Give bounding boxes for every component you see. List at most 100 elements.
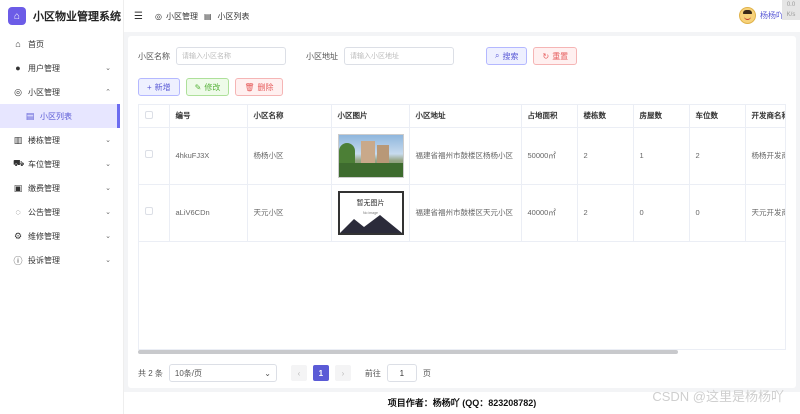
sidebar-item-label: 首页: [28, 39, 44, 49]
row-checkbox[interactable]: [139, 127, 170, 185]
chevron-down-icon: ⌄: [264, 368, 271, 378]
mountain-icon: [339, 214, 402, 233]
sidebar-item-label: 维修管理: [28, 231, 60, 241]
chevron-down-icon: ⌄: [105, 209, 111, 216]
name-label: 小区名称: [138, 51, 170, 61]
car-icon: ⛟: [13, 158, 25, 168]
search-button-label: 搜索: [502, 51, 519, 61]
cell-buildings: 2: [577, 127, 634, 185]
column-header[interactable]: 占地面积: [521, 105, 578, 128]
cell-address: 福建省福州市鼓楼区杨杨小区: [409, 127, 522, 185]
table-row[interactable]: aLiV6CDn 天元小区 暂无图片 No image 福建省福州市鼓楼区天元小…: [139, 184, 785, 242]
avatar[interactable]: [739, 7, 756, 24]
row-checkbox[interactable]: [139, 184, 170, 242]
sidebar-item-notice[interactable]: ◌ 公告管理 ⌄: [0, 200, 123, 224]
breadcrumb-item-community[interactable]: 小区管理: [166, 11, 198, 22]
list-icon: ▤: [203, 11, 212, 21]
sidebar-item-complaint[interactable]: ⓘ 投诉管理 ⌄: [0, 248, 123, 272]
cell-parking: 0: [689, 184, 746, 242]
sidebar-menu: ⌂ 首页 ● 用户管理 ⌄ ◎ 小区管理 ⌃ ▤ 小区列表 ▥ 楼栋管理 ⌄ ⛟ 车位管理 ⌄ ▣ 缴费管理 ⌄ ◌ 公…: [0, 32, 123, 272]
cell-id: 4hkuFJ3X: [169, 127, 248, 185]
list-icon: ▤: [25, 110, 35, 121]
cell-houses: 1: [633, 127, 690, 185]
table-row[interactable]: 4hkuFJ3X 杨杨小区 福建省福州市鼓楼区杨杨小区 50000㎡ 2 1 2…: [139, 127, 785, 185]
no-image-placeholder[interactable]: 暂无图片 No image: [337, 190, 404, 235]
prev-page-button[interactable]: ‹: [290, 365, 307, 381]
breadcrumb-item-list: 小区列表: [217, 11, 250, 21]
column-header[interactable]: 编号: [169, 105, 248, 128]
total-count: 共 2 条: [138, 368, 163, 378]
chevron-down-icon: ⌄: [105, 161, 111, 168]
edit-button-label: 修改: [204, 82, 221, 92]
search-icon: ⌕: [495, 51, 500, 60]
cell-image: 暂无图片 No image: [331, 184, 410, 242]
menu-toggle-icon[interactable]: ☰: [134, 11, 143, 22]
cell-address: 福建省福州市鼓楼区天元小区: [409, 184, 522, 242]
plus-icon: +: [147, 82, 152, 92]
wallet-icon: ▣: [13, 182, 23, 193]
sidebar-item-label: 缴费管理: [28, 183, 60, 193]
column-header[interactable]: 开发商名称: [745, 105, 785, 128]
horizontal-scrollbar[interactable]: [138, 350, 678, 354]
goto-label: 前往: [364, 368, 381, 378]
cell-parking: 2: [689, 127, 746, 185]
sidebar-item-user[interactable]: ● 用户管理 ⌄: [0, 56, 123, 80]
sidebar-item-wallet[interactable]: ▣ 缴费管理 ⌄: [0, 176, 123, 200]
column-header[interactable]: 小区名称: [247, 105, 332, 128]
cell-houses: 0: [633, 184, 690, 242]
network-speed-badge: 0.0 K/s: [782, 0, 800, 20]
sidebar-item-label: 公告管理: [28, 207, 60, 217]
column-header[interactable]: 车位数: [689, 105, 746, 128]
sidebar-item-list[interactable]: ▤ 小区列表: [0, 104, 120, 128]
user-menu[interactable]: 杨杨吖: [739, 7, 784, 24]
app-title: 小区物业管理系统: [33, 11, 121, 23]
search-button[interactable]: ⌕ 搜索: [486, 47, 528, 65]
page-number-current[interactable]: 1: [312, 365, 329, 381]
column-header[interactable]: 小区地址: [409, 105, 522, 128]
edit-button[interactable]: ✎ 修改: [185, 78, 230, 96]
repair-icon: ⚙: [13, 230, 23, 241]
user-name[interactable]: 杨杨吖: [760, 10, 784, 21]
column-header[interactable]: 房屋数: [633, 105, 690, 128]
main-content: 小区名称 请输入小区名称 小区地址 请输入小区地址 ⌕ 搜索 ↻ 重置 + 新增…: [124, 32, 800, 392]
community-icon: ◎: [154, 11, 162, 21]
chevron-up-icon: ⌃: [105, 89, 111, 96]
sidebar-item-label: 车位管理: [28, 159, 60, 169]
next-page-button[interactable]: ›: [334, 365, 351, 381]
logo[interactable]: ⌂ 小区物业管理系统: [0, 0, 123, 32]
edit-icon: ✎: [194, 82, 202, 92]
sidebar-item-building[interactable]: ▥ 楼栋管理 ⌄: [0, 128, 123, 152]
column-header[interactable]: 楼栋数: [577, 105, 634, 128]
delete-button[interactable]: 🗑 删除: [235, 78, 283, 96]
community-photo[interactable]: [337, 133, 404, 178]
chevron-down-icon: ⌄: [105, 65, 111, 72]
sidebar-item-label: 小区列表: [40, 111, 72, 121]
delete-button-label: 删除: [257, 82, 274, 92]
reset-button[interactable]: ↻ 重置: [533, 47, 578, 65]
column-header[interactable]: 小区图片: [331, 105, 410, 128]
sidebar-item-label: 小区管理: [28, 87, 60, 97]
sidebar-item-community[interactable]: ◎ 小区管理 ⌃: [0, 80, 123, 104]
sidebar-item-car[interactable]: ⛟ 车位管理 ⌄: [0, 152, 123, 176]
cell-developer: 杨杨开发商: [745, 127, 785, 185]
sidebar-item-home[interactable]: ⌂ 首页: [0, 32, 123, 56]
refresh-icon: ↻: [542, 51, 550, 61]
notice-icon: ◌: [15, 207, 21, 217]
community-name-input[interactable]: 请输入小区名称: [176, 47, 286, 65]
chevron-down-icon: ⌄: [105, 257, 111, 264]
cell-buildings: 2: [577, 184, 634, 242]
add-button[interactable]: + 新增: [138, 78, 180, 96]
community-address-input[interactable]: 请输入小区地址: [344, 47, 454, 65]
cell-name: 杨杨小区: [247, 127, 332, 185]
goto-page-input[interactable]: 1: [386, 364, 417, 382]
cell-area: 50000㎡: [521, 127, 578, 185]
home-icon: ⌂: [15, 39, 21, 49]
page-size-select[interactable]: 10条/页 ⌄: [168, 364, 277, 382]
building-icon: ▥: [13, 134, 23, 145]
sidebar-item-repair[interactable]: ⚙ 维修管理 ⌄: [0, 224, 123, 248]
community-table: 编号 小区名称 小区图片 小区地址 占地面积 楼栋数 房屋数 车位数 开发商名称: [138, 104, 786, 350]
select-all-checkbox[interactable]: [139, 105, 170, 128]
goto-page: 前往 1 页: [365, 364, 431, 382]
cell-image: [331, 127, 410, 185]
sidebar-item-label: 投诉管理: [28, 255, 60, 265]
